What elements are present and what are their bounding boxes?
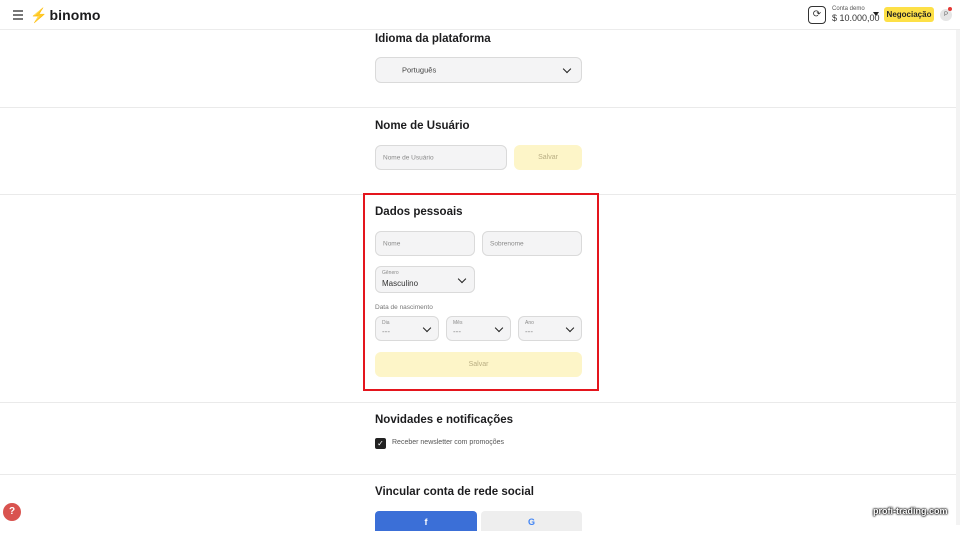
notifications-section-title: Novidades e notificações: [375, 414, 514, 426]
google-icon: G: [527, 517, 535, 527]
binomo-logo[interactable]: ⚡ binomo: [30, 7, 101, 23]
watermark: profi-trading.com: [873, 506, 948, 516]
social-section-title: Vincular conta de rede social: [375, 486, 534, 498]
username-input[interactable]: Nome de Usuário: [375, 145, 507, 170]
top-bar: ⚡ binomo ⟳ Conta demo $ 10.000,00 Negoci…: [0, 0, 960, 30]
facebook-link-button[interactable]: f: [375, 511, 477, 531]
highlight-box: [363, 193, 599, 391]
facebook-icon: f: [424, 517, 428, 527]
chevron-down-icon: [562, 64, 572, 74]
scrollbar[interactable]: [956, 30, 960, 525]
logo-text: binomo: [49, 7, 101, 23]
support-chat-icon[interactable]: ?: [3, 503, 21, 521]
language-selected-value: Português: [402, 65, 437, 75]
newsletter-label: Receber newsletter com promoções: [392, 439, 505, 446]
notification-dot: [948, 7, 952, 11]
trade-button[interactable]: Negociação: [884, 7, 934, 22]
newsletter-checkbox[interactable]: ✓: [375, 438, 386, 449]
section-divider: [0, 107, 960, 108]
section-divider: [0, 402, 960, 403]
language-section-title: Idioma da plataforma: [375, 33, 491, 45]
section-divider: [0, 474, 960, 475]
google-link-button[interactable]: G: [481, 511, 582, 531]
hamburger-menu-icon[interactable]: [13, 10, 23, 20]
caret-down-icon[interactable]: [873, 12, 879, 16]
account-switch-icon[interactable]: ⟳: [808, 6, 826, 24]
username-placeholder: Nome de Usuário: [383, 154, 434, 161]
username-save-button[interactable]: Salvar: [514, 145, 582, 170]
language-select[interactable]: Português: [375, 57, 582, 83]
lightning-bolt-icon: ⚡: [30, 7, 48, 23]
username-section-title: Nome de Usuário: [375, 120, 470, 132]
